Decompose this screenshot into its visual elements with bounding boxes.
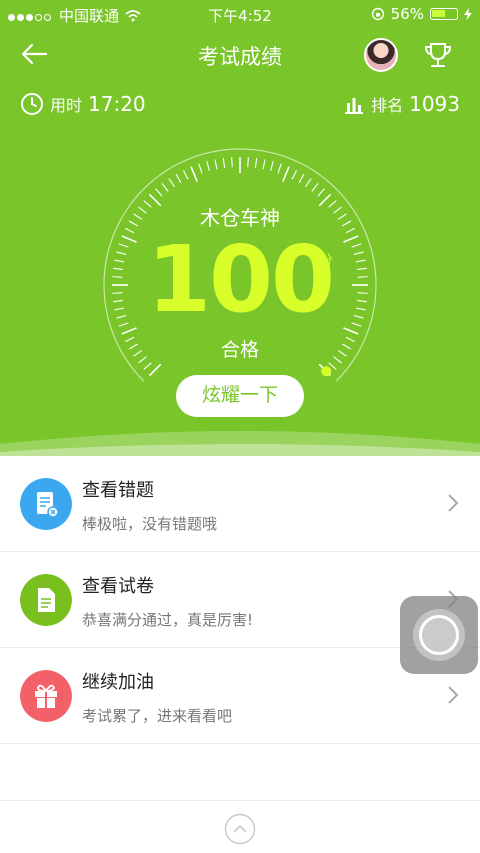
gauge-tick	[214, 159, 218, 170]
gauge-tick	[311, 183, 319, 192]
page-title: 考试成绩	[198, 45, 282, 69]
rotation-lock-icon	[371, 7, 384, 21]
list-item-subtitle: 考试累了，进来看看吧	[82, 707, 233, 725]
assistive-touch-button[interactable]	[400, 596, 478, 674]
list-item-title: 继续加油	[82, 672, 154, 693]
gauge-tick	[155, 188, 163, 197]
time-used-label: 用时	[50, 96, 83, 115]
charging-icon	[464, 8, 472, 20]
user-avatar[interactable]	[364, 38, 398, 72]
list-item-subtitle: 棒极啦，没有错题哦	[82, 515, 218, 533]
list-item-title: 查看错题	[82, 480, 154, 501]
gauge-tick	[198, 163, 203, 174]
gauge-tick	[254, 158, 258, 169]
gift-icon	[20, 670, 72, 722]
gauge-tick	[317, 188, 325, 197]
gauge-indicator	[321, 366, 332, 377]
gauge-tick	[305, 178, 312, 188]
time-used: 用时 17:20	[20, 92, 146, 116]
gauge-tick	[182, 169, 189, 180]
exam-paper-icon	[20, 574, 72, 626]
gauge-tick	[190, 166, 198, 182]
result-header: 中国联通 下午4:52 56% 考试成绩 用时 17:20 排名 1093 木仓…	[0, 0, 480, 458]
gauge-tick	[270, 161, 274, 172]
wrong-questions-icon	[20, 478, 72, 530]
list-item-wrong-questions[interactable]: 查看错题 棒极啦，没有错题哦	[0, 456, 480, 552]
gauge-tick	[262, 159, 266, 170]
gauge-tick	[175, 173, 182, 184]
pass-status: 合格	[220, 339, 259, 361]
chevron-up-icon[interactable]	[224, 813, 256, 845]
rank-value: 1093	[409, 92, 460, 116]
status-bar: 中国联通 下午4:52 56%	[0, 0, 480, 28]
trophy-icon[interactable]	[422, 39, 454, 71]
gauge-tick	[161, 183, 169, 192]
gauge-tick	[298, 173, 305, 184]
gauge-tick	[206, 161, 210, 172]
gauge-tick	[168, 178, 175, 188]
gauge-tick	[231, 157, 233, 168]
gauge-tick	[222, 158, 226, 169]
bottom-bar	[0, 800, 480, 853]
nav-bar: 考试成绩	[0, 30, 480, 78]
score-unit: 分	[319, 253, 333, 269]
wave-decoration	[0, 431, 480, 458]
gauge-tick	[277, 163, 282, 174]
chevron-right-icon	[448, 494, 459, 512]
gauge-tick	[291, 169, 298, 180]
exam-meta: 用时 17:20 排名 1093	[0, 92, 480, 122]
score-value: 100	[146, 226, 335, 333]
bar-chart-icon	[345, 98, 364, 114]
share-button[interactable]: 炫耀一下	[176, 375, 304, 417]
chevron-right-icon	[448, 686, 459, 704]
time-used-value: 17:20	[88, 92, 146, 116]
rank-label: 排名	[371, 96, 404, 115]
rank: 排名 1093	[343, 92, 460, 116]
gauge-tick	[247, 157, 249, 168]
battery-percent: 56%	[390, 5, 424, 23]
gauge-tick	[282, 166, 290, 182]
clock-icon	[21, 93, 43, 115]
gauge-tick	[143, 362, 152, 370]
list-item-subtitle: 恭喜满分通过，真是厉害!	[82, 611, 254, 629]
gauge-tick	[148, 363, 162, 377]
list-item-title: 查看试卷	[82, 576, 154, 597]
battery-icon	[430, 8, 458, 20]
